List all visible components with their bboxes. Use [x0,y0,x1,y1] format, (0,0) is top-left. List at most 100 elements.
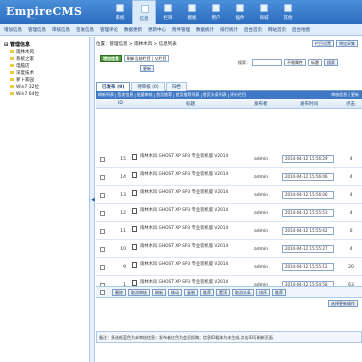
subnav-item[interactable]: 数据更新 [124,27,142,33]
search-input[interactable] [252,59,282,66]
sort-button[interactable]: 排序 [256,289,270,296]
row-title[interactable]: 雨林木风 GHOST XP SP3 专业装机版 V2014 [140,172,250,178]
subnav-item[interactable]: 排行统计 [220,27,238,33]
col-title[interactable]: 标题 [186,101,195,107]
subnav-item[interactable]: 管理评论 [100,27,118,33]
row-date-field[interactable]: 2014-04-12 15:56:06 [282,191,334,199]
select-all-checkbox[interactable] [100,290,105,295]
tab-archive[interactable]: 归档 [165,82,187,91]
subnav-item[interactable]: 数据统计 [196,27,214,33]
row-checkbox[interactable] [100,265,105,270]
row-date-field[interactable]: 2014-04-12 15:55:12 [282,263,334,271]
collapse-arrow-icon[interactable]: ◀ [91,197,95,203]
tab-published[interactable]: 已发布 (9) [96,82,131,91]
column-select[interactable]: 刷新当前栏目 | 父栏目 [123,55,170,62]
subnav-item[interactable]: 后台地图 [292,27,310,33]
add-collect-button[interactable]: 增加采集 [336,40,358,47]
toolbar-link[interactable]: 签发信息 [117,92,133,98]
recommend-button[interactable]: 推荐 [200,289,214,296]
topnav-column[interactable]: 栏目 [156,0,180,24]
sidebar-splitter[interactable]: ◀ [90,37,95,362]
subnav-item[interactable]: 审核信息 [52,27,70,33]
refresh-list-button[interactable]: 刷新 [152,289,166,296]
update-operation-button[interactable]: 选择更新操作 [328,300,358,307]
column-settings-button[interactable]: 栏目设置 [312,40,334,47]
subnav-item[interactable]: 增加信息 [4,27,22,33]
toolbar-link[interactable]: 首页推荐 [156,92,172,98]
toolbar-link[interactable]: 首页推荐列表 [175,92,199,98]
subnav-item[interactable]: 附件管理 [172,27,190,33]
subnav-item[interactable]: 签发信息 [76,27,94,33]
col-publisher[interactable]: 发布者 [254,101,268,107]
row-date-field[interactable]: 2014-04-12 15:56:29 [282,155,334,163]
col-clicks[interactable]: 点击 [346,101,355,107]
row-title[interactable]: 雨林木风 GHOST XP SP3 专业装机版 V2014 [140,226,250,232]
tree-item[interactable]: 雨林木风 [10,49,34,55]
row-publisher[interactable]: admin [254,247,268,252]
toolbar-link[interactable]: 首页头条列表 [203,92,227,98]
topnav-plugin[interactable]: 插件 [228,0,252,24]
topnav-info[interactable]: 信息 [132,0,156,24]
row-date-field[interactable]: 2014-04-12 15:56:06 [282,173,334,181]
delete-button[interactable]: 删除 [112,289,126,296]
row-checkbox[interactable] [100,211,105,216]
row-id[interactable]: 9 [116,265,126,270]
tree-item[interactable]: Win7 32位 [10,84,39,90]
tree-root[interactable]: ⊟ 管理信息 [4,41,30,48]
cancel-review-button[interactable]: 取消审核 [128,289,150,296]
row-publisher[interactable]: admin [254,265,268,270]
row-publisher[interactable]: admin [254,211,268,216]
tree-item[interactable]: Win7 64位 [10,91,39,97]
cancel-headline-button[interactable]: 取消头条 [232,289,254,296]
topnav-other[interactable]: 其他 [276,0,300,24]
field-select[interactable]: 标题 [308,59,322,66]
pin-button[interactable]: 置顶 [216,289,230,296]
topnav-user[interactable]: 用户 [204,0,228,24]
topnav-template[interactable]: 模板 [180,0,204,24]
tab-pending[interactable]: 待审核 (0) [131,82,165,91]
row-checkbox[interactable] [100,157,105,162]
attribute-select[interactable]: 不限属性 [284,59,306,66]
row-publisher[interactable]: admin [254,193,268,198]
col-time[interactable]: 发布时间 [300,101,318,107]
toolbar-link[interactable]: 评价栏目 [230,92,246,98]
row-id[interactable]: 13 [116,193,126,198]
refresh-button[interactable]: 更新 [140,65,154,72]
row-title[interactable]: 雨林木风 GHOST XP SP3 专业装机版 V2014 [140,262,250,268]
row-publisher[interactable]: admin [254,157,268,162]
row-id[interactable]: 15 [116,157,126,162]
recommend-2-button[interactable]: 推荐 [272,289,286,296]
row-title[interactable]: 雨林木风 GHOST XP SP3 专业装机版 V2014 [140,154,250,160]
row-id[interactable]: 12 [116,211,126,216]
row-checkbox[interactable] [100,229,105,234]
subnav-item[interactable]: 更新中心 [148,27,166,33]
row-title[interactable]: 雨林木风 GHOST XP SP3 专业装机版 V2014 [140,190,250,196]
move-button[interactable]: 移动 [168,289,182,296]
row-publisher[interactable]: admin [254,175,268,180]
topnav-shop[interactable]: 商城 [252,0,276,24]
row-date-field[interactable]: 2014-04-12 15:55:42 [282,227,334,235]
tree-item[interactable]: 深度技术 [10,70,34,76]
row-checkbox[interactable] [100,175,105,180]
row-date-field[interactable]: 2014-04-12 15:55:27 [282,245,334,253]
row-date-field[interactable]: 2014-04-12 15:55:53 [282,209,334,217]
row-title[interactable]: 雨林木风 GHOST XP SP3 专业装机版 V2014 [140,208,250,214]
topnav-system[interactable]: 系统 [108,0,132,24]
row-id[interactable]: 10 [116,247,126,252]
row-checkbox[interactable] [100,193,105,198]
search-button[interactable]: 搜索 [324,59,338,66]
tree-item[interactable]: 电脑店 [10,63,30,69]
row-id[interactable]: 11 [116,229,126,234]
subnav-item[interactable]: 管理信息 [28,27,46,33]
row-checkbox[interactable] [100,247,105,252]
subnav-item[interactable]: 网站首页 [268,27,286,33]
col-id[interactable]: ID [118,101,123,106]
tree-item[interactable]: 系统之家 [10,56,34,62]
toolbar-link[interactable]: 批量审核 [137,92,153,98]
tree-item[interactable]: 萝卜家园 [10,77,34,83]
toolbar-right[interactable]: 审核信息 | 更新 [331,92,359,98]
subnav-item[interactable]: 后台首页 [244,27,262,33]
add-info-button[interactable]: 增加信息 [100,55,122,62]
row-publisher[interactable]: admin [254,229,268,234]
toolbar-link[interactable]: 刷新列表 [98,92,114,98]
